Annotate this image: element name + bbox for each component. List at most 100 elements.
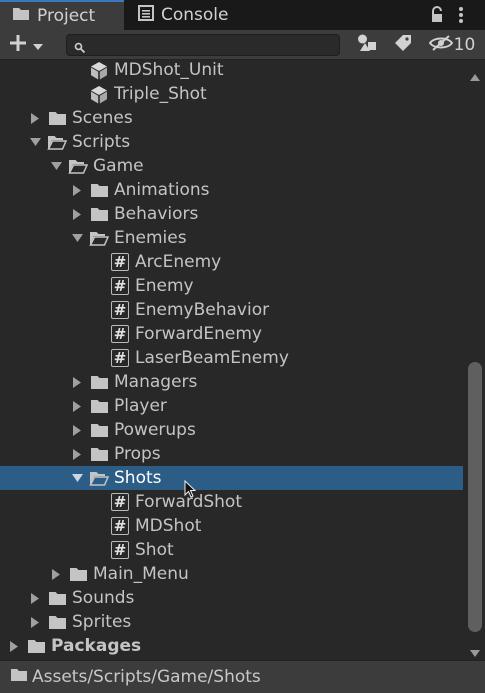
folder-icon [68,564,88,584]
more-options-icon[interactable] [458,6,464,29]
expand-arrow-icon[interactable] [50,568,62,580]
tree-item-game[interactable]: Game [0,154,463,178]
tag-icon [394,34,412,57]
expand-arrow-icon[interactable] [8,640,20,652]
tree-item-arcenemy[interactable]: # ArcEnemy [0,250,463,274]
tree-item-packages[interactable]: Packages [0,634,463,658]
folder-open-icon [89,228,109,248]
expand-arrow-icon[interactable] [29,112,41,124]
tree-item-triple-shot[interactable]: Triple_Shot [0,82,463,106]
tree-item-label: Enemy [135,276,194,296]
tree-item-label: LaserBeamEnemy [135,348,289,368]
expand-arrow-icon[interactable] [29,616,41,628]
tree-item-enemy[interactable]: # Enemy [0,274,463,298]
expand-arrow-icon[interactable] [71,184,83,196]
folder-icon [89,372,109,392]
collapse-arrow-icon[interactable] [29,136,41,148]
tree-item-label: Game [93,156,144,176]
plus-icon [8,33,28,58]
arrow-spacer [92,496,104,508]
script-icon: # [110,516,130,536]
tree-item-label: ForwardEnemy [135,324,262,344]
collapse-arrow-icon[interactable] [71,472,83,484]
tree-item-label: Sounds [72,588,135,608]
search-by-type-button[interactable] [352,33,382,57]
tree-item-sprites[interactable]: Sprites [0,610,463,634]
expand-arrow-icon[interactable] [71,400,83,412]
scrollbar-thumb[interactable] [468,362,482,632]
folder-icon [47,612,67,632]
tree-item-powerups[interactable]: Powerups [0,418,463,442]
toolbar: 10 [0,30,485,60]
tree-item-label: Main_Menu [93,564,189,584]
arrow-spacer [71,64,83,76]
folder-open-icon [68,156,88,176]
search-input[interactable] [91,36,335,56]
tree-item-scripts[interactable]: Scripts [0,130,463,154]
script-icon: # [110,324,130,344]
folder-icon [47,588,67,608]
search-box[interactable] [66,34,340,56]
folder-icon [12,6,30,26]
collapse-arrow-icon[interactable] [50,160,62,172]
folder-open-icon [89,468,109,488]
tree-item-shot[interactable]: # Shot [0,538,463,562]
expand-arrow-icon[interactable] [71,376,83,388]
tab-console-label: Console [161,5,229,25]
lock-icon[interactable] [430,6,444,28]
expand-arrow-icon[interactable] [71,448,83,460]
expand-arrow-icon[interactable] [71,424,83,436]
status-bar: Assets/Scripts/Game/Shots [0,660,485,693]
script-icon: # [110,276,130,296]
tree-item-forwardshot[interactable]: # ForwardShot [0,490,463,514]
eye-slash-icon [428,34,453,56]
folder-icon [89,444,109,464]
tree-item-scenes[interactable]: Scenes [0,106,463,130]
search-by-label-button[interactable] [388,33,418,57]
add-button[interactable] [8,33,52,57]
tree-item-managers[interactable]: Managers [0,370,463,394]
folder-icon [89,180,109,200]
tree-item-label: Sprites [72,612,132,632]
tree-item-label: Animations [114,180,210,200]
tree-item-label: ArcEnemy [135,252,222,272]
prefab-icon [89,60,109,80]
tree-item-mdshot[interactable]: # MDShot [0,514,463,538]
tree-item-animations[interactable]: Animations [0,178,463,202]
tab-console[interactable]: Console [126,0,256,30]
shapes-icon [357,34,377,57]
tree-item-enemies[interactable]: Enemies [0,226,463,250]
expand-arrow-icon[interactable] [29,592,41,604]
tree-item-player[interactable]: Player [0,394,463,418]
arrow-spacer [92,304,104,316]
script-icon: # [110,252,130,272]
tree-item-label: EnemyBehavior [135,300,270,320]
hidden-packages-toggle[interactable]: 10 [424,33,480,57]
tree-item-enemybehavior[interactable]: # EnemyBehavior [0,298,463,322]
arrow-spacer [92,352,104,364]
folder-icon [47,108,67,128]
arrow-spacer [92,544,104,556]
console-icon [138,4,154,26]
tree-item-props[interactable]: Props [0,442,463,466]
chevron-down-icon [33,35,43,55]
tree-item-label: Triple_Shot [114,84,207,104]
prefab-icon [89,84,109,104]
expand-arrow-icon[interactable] [71,208,83,220]
scroll-down-icon[interactable] [470,642,480,662]
tree-item-forwardenemy[interactable]: # ForwardEnemy [0,322,463,346]
tree-item-mdshot-unit[interactable]: MDShot_Unit [0,58,463,82]
tree-item-behaviors[interactable]: Behaviors [0,202,463,226]
tree-item-sounds[interactable]: Sounds [0,586,463,610]
tree-item-label: Behaviors [114,204,199,224]
tree-item-label: Packages [51,636,142,656]
collapse-arrow-icon[interactable] [71,232,83,244]
tree-item-shots[interactable]: Shots [0,466,463,490]
tab-bar: Project Console [0,0,485,30]
tree-item-main-menu[interactable]: Main_Menu [0,562,463,586]
scroll-up-icon[interactable] [470,66,480,86]
tree-item-laserbeamenemy[interactable]: # LaserBeamEnemy [0,346,463,370]
tree-item-label: Player [114,396,167,416]
tab-project[interactable]: Project [0,0,124,30]
script-icon: # [110,540,130,560]
